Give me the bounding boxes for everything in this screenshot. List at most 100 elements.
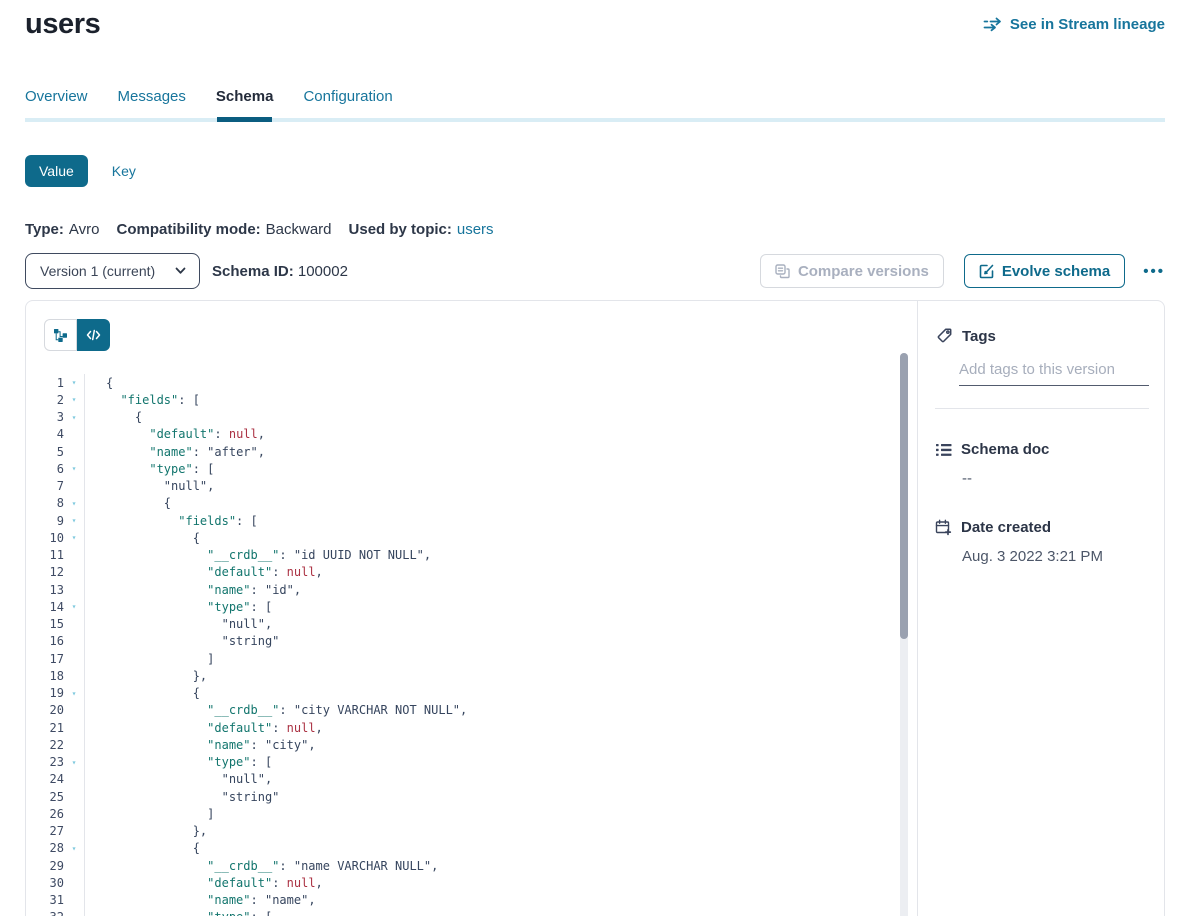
code-line: 8▾ {	[26, 495, 917, 512]
date-created-section: Date created Aug. 3 2022 3:21 PM	[935, 519, 1149, 565]
line-number: 2	[26, 393, 64, 407]
code-line: 25 "string"	[26, 788, 917, 805]
code-text: {	[84, 374, 113, 391]
code-view-icon	[86, 328, 101, 342]
schema-doc-title: Schema doc	[961, 441, 1049, 458]
schema-doc-header: Schema doc	[935, 441, 1149, 458]
code-line: 7 "null",	[26, 478, 917, 495]
evolve-schema-button[interactable]: Evolve schema	[964, 254, 1125, 288]
fold-toggle-icon[interactable]: ▾	[64, 395, 84, 404]
tree-view-icon	[53, 328, 68, 343]
tags-section-header: Tags	[935, 327, 1149, 345]
code-line: 2▾ "fields": [	[26, 391, 917, 408]
code-text: "default": null,	[84, 719, 323, 736]
scrollbar-thumb[interactable]	[900, 353, 908, 639]
topic-link[interactable]: users	[457, 221, 494, 238]
see-in-stream-lineage-label: See in Stream lineage	[1010, 16, 1165, 33]
schema-meta-row: Type:Avro Compatibility mode:Backward Us…	[25, 221, 1165, 238]
code-text: ]	[84, 805, 214, 822]
code-lines: 1▾{2▾ "fields": [3▾ {4 "default": null,5…	[26, 374, 917, 916]
fold-toggle-icon[interactable]: ▾	[64, 602, 84, 611]
version-bar: Version 1 (current) Schema ID: 100002 Co…	[25, 253, 1165, 289]
line-number: 20	[26, 703, 64, 717]
code-text: {	[84, 529, 200, 546]
code-line: 14▾ "type": [	[26, 598, 917, 615]
code-line: 1▾{	[26, 374, 917, 391]
code-text: "fields": [	[84, 512, 258, 529]
fold-toggle-icon[interactable]: ▾	[64, 689, 84, 698]
calendar-add-icon	[935, 519, 952, 536]
code-text: "__crdb__": "city VARCHAR NOT NULL",	[84, 702, 467, 719]
code-line: 13 "name": "id",	[26, 581, 917, 598]
code-text: },	[84, 823, 207, 840]
line-number: 6	[26, 462, 64, 476]
code-line: 20 "__crdb__": "city VARCHAR NOT NULL",	[26, 702, 917, 719]
schema-doc-value: --	[962, 470, 1149, 487]
fold-toggle-icon[interactable]: ▾	[64, 464, 84, 473]
code-line: 3▾ {	[26, 409, 917, 426]
code-text: "null",	[84, 478, 214, 495]
code-text: "type": [	[84, 754, 272, 771]
version-actions: Compare versions Evolve schema •••	[760, 254, 1165, 288]
code-line: 26 ]	[26, 805, 917, 822]
line-number: 12	[26, 565, 64, 579]
tab-configuration[interactable]: Configuration	[303, 88, 392, 118]
fold-toggle-icon[interactable]: ▾	[64, 378, 84, 387]
code-line: 24 "null",	[26, 771, 917, 788]
line-number: 1	[26, 376, 64, 390]
schema-sidebar: Tags Schema doc --	[918, 301, 1165, 916]
compare-versions-button[interactable]: Compare versions	[760, 254, 944, 288]
line-number: 22	[26, 738, 64, 752]
key-toggle-button[interactable]: Key	[112, 163, 136, 179]
code-view-button[interactable]	[77, 319, 110, 351]
line-number: 29	[26, 859, 64, 873]
add-tags-input[interactable]	[959, 361, 1149, 386]
tab-track	[25, 118, 1165, 122]
code-line: 27 },	[26, 823, 917, 840]
schema-type: Type:Avro	[25, 221, 99, 238]
tree-view-button[interactable]	[44, 319, 77, 351]
tab-bar: Overview Messages Schema Configuration	[25, 88, 1165, 122]
schema-doc-section: Schema doc --	[935, 441, 1149, 487]
tab-messages[interactable]: Messages	[118, 88, 186, 118]
tab-schema[interactable]: Schema	[216, 88, 274, 118]
tab-list: Overview Messages Schema Configuration	[25, 88, 1165, 118]
line-number: 19	[26, 686, 64, 700]
sidebar-divider	[935, 408, 1149, 409]
more-options-button[interactable]: •••	[1143, 263, 1165, 280]
fold-toggle-icon[interactable]: ▾	[64, 499, 84, 508]
list-icon	[935, 442, 952, 458]
line-number: 28	[26, 841, 64, 855]
code-text: "__crdb__": "name VARCHAR NULL",	[84, 857, 438, 874]
date-created-header: Date created	[935, 519, 1149, 536]
value-toggle-button[interactable]: Value	[25, 155, 88, 187]
code-text: "default": null,	[84, 564, 323, 581]
chevron-down-icon	[175, 267, 186, 275]
date-created-title: Date created	[961, 519, 1051, 536]
line-number: 26	[26, 807, 64, 821]
fold-toggle-icon[interactable]: ▾	[64, 844, 84, 853]
version-select[interactable]: Version 1 (current)	[25, 253, 200, 289]
page-title: users	[25, 8, 100, 41]
code-scrollbar[interactable]	[900, 353, 908, 916]
compatibility-mode: Compatibility mode:Backward	[116, 221, 331, 238]
code-text: "name": "id",	[84, 581, 301, 598]
code-line: 12 "default": null,	[26, 564, 917, 581]
fold-toggle-icon[interactable]: ▾	[64, 758, 84, 767]
fold-toggle-icon[interactable]: ▾	[64, 413, 84, 422]
code-line: 28▾ {	[26, 840, 917, 857]
code-text: "name": "name",	[84, 892, 316, 909]
schema-page: users See in Stream lineage Overview Mess…	[0, 0, 1189, 916]
see-in-stream-lineage-link[interactable]: See in Stream lineage	[983, 16, 1165, 33]
line-number: 18	[26, 669, 64, 683]
code-line: 5 "name": "after",	[26, 443, 917, 460]
fold-toggle-icon[interactable]: ▾	[64, 516, 84, 525]
tab-overview[interactable]: Overview	[25, 88, 88, 118]
code-text: "string"	[84, 633, 279, 650]
edit-icon	[979, 264, 994, 279]
code-line: 11 "__crdb__": "id UUID NOT NULL",	[26, 547, 917, 564]
code-text: "name": "city",	[84, 736, 316, 753]
fold-toggle-icon[interactable]: ▾	[64, 533, 84, 542]
code-text: "default": null,	[84, 426, 265, 443]
code-text: {	[84, 495, 171, 512]
